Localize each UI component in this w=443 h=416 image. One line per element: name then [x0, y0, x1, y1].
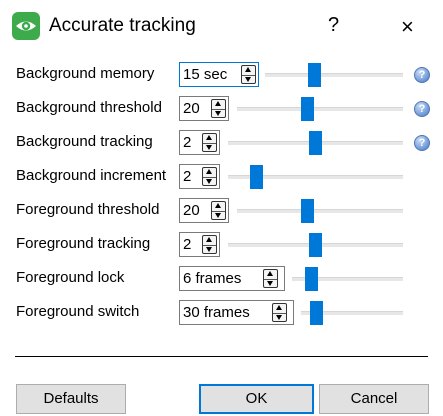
foreground-threshold-slider-thumb[interactable]	[301, 199, 314, 223]
background-threshold-spinbox[interactable]: 20	[179, 96, 229, 121]
cancel-button[interactable]: Cancel	[319, 384, 429, 414]
spinbox-value: 6 frames	[183, 270, 242, 287]
spin-arrows[interactable]	[263, 269, 278, 288]
setting-label: Foreground lock	[16, 269, 125, 286]
foreground-threshold-slider-track[interactable]	[237, 209, 403, 213]
background-increment-slider-thumb[interactable]	[250, 165, 263, 189]
info-icon[interactable]: ?	[414, 67, 430, 83]
spinbox-value: 2	[183, 168, 192, 185]
foreground-switch-spinbox[interactable]: 30 frames	[179, 300, 294, 325]
setting-label: Background increment	[16, 167, 167, 184]
spinbox-value: 20	[183, 202, 200, 219]
info-icon[interactable]: ?	[414, 101, 430, 117]
spin-down-button[interactable]	[203, 245, 216, 254]
title-bar: Accurate tracking ? ×	[0, 0, 443, 52]
ok-button[interactable]: OK	[199, 384, 314, 414]
background-tracking-spinbox[interactable]: 2	[179, 130, 220, 155]
setting-row-foreground-lock: Foreground lock 6 frames	[0, 262, 443, 296]
foreground-switch-slider-thumb[interactable]	[310, 301, 323, 325]
background-memory-slider-track[interactable]	[265, 73, 403, 77]
eye-icon	[12, 12, 40, 40]
setting-row-foreground-switch: Foreground switch 30 frames	[0, 296, 443, 330]
background-increment-spinbox[interactable]: 2	[179, 164, 220, 189]
background-threshold-slider-thumb[interactable]	[301, 97, 314, 121]
setting-row-background-increment: Background increment 2	[0, 160, 443, 194]
spinbox-value: 2	[183, 236, 192, 253]
background-memory-slider-thumb[interactable]	[308, 63, 321, 87]
setting-row-foreground-tracking: Foreground tracking 2	[0, 228, 443, 262]
setting-label: Background threshold	[16, 99, 162, 116]
spin-down-button[interactable]	[203, 177, 216, 186]
setting-label: Background memory	[16, 65, 155, 82]
foreground-tracking-spinbox[interactable]: 2	[179, 232, 220, 257]
foreground-threshold-spinbox[interactable]: 20	[179, 198, 229, 223]
foreground-lock-spinbox[interactable]: 6 frames	[179, 266, 285, 291]
spin-down-button[interactable]	[242, 75, 255, 84]
defaults-button[interactable]: Defaults	[16, 384, 126, 414]
info-icon[interactable]: ?	[414, 135, 430, 151]
foreground-lock-slider-thumb[interactable]	[305, 267, 318, 291]
spinbox-value: 2	[183, 134, 192, 151]
setting-label: Foreground threshold	[16, 201, 160, 218]
spin-arrows[interactable]	[211, 99, 226, 118]
window-title: Accurate tracking	[49, 15, 196, 36]
foreground-tracking-slider-thumb[interactable]	[309, 233, 322, 257]
divider	[15, 356, 428, 357]
setting-label: Foreground switch	[16, 303, 140, 320]
spin-down-button[interactable]	[212, 109, 225, 118]
setting-row-background-tracking: Background tracking 2 ?	[0, 126, 443, 160]
spin-arrows[interactable]	[211, 201, 226, 220]
spin-down-button[interactable]	[212, 211, 225, 220]
help-button[interactable]: ?	[328, 14, 339, 37]
spin-down-button[interactable]	[203, 143, 216, 152]
spinbox-value: 30 frames	[183, 304, 250, 321]
spinbox-value: 20	[183, 100, 200, 117]
spin-down-button[interactable]	[264, 279, 277, 288]
setting-label: Foreground tracking	[16, 235, 151, 252]
spin-down-button[interactable]	[273, 313, 286, 322]
setting-row-background-threshold: Background threshold 20 ?	[0, 92, 443, 126]
setting-label: Background tracking	[16, 133, 153, 150]
spin-arrows[interactable]	[202, 167, 217, 186]
spinbox-value: 15 sec	[183, 66, 228, 83]
close-button[interactable]: ×	[401, 14, 427, 40]
spin-arrows[interactable]	[241, 65, 256, 84]
background-threshold-slider-track[interactable]	[237, 107, 403, 111]
spin-arrows[interactable]	[202, 133, 217, 152]
background-memory-spinbox[interactable]: 15 sec	[179, 62, 259, 87]
spin-arrows[interactable]	[272, 303, 287, 322]
spin-arrows[interactable]	[202, 235, 217, 254]
setting-row-background-memory: Background memory 15 sec ?	[0, 58, 443, 92]
setting-row-foreground-threshold: Foreground threshold 20	[0, 194, 443, 228]
background-tracking-slider-thumb[interactable]	[309, 131, 322, 155]
